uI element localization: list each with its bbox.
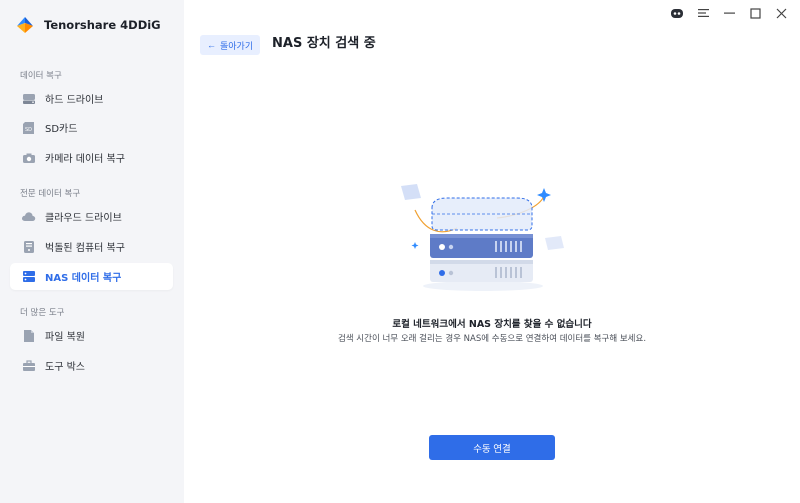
page-title: NAS 장치 검색 중 [272,36,376,51]
close-icon[interactable] [774,6,788,20]
toolbox-icon [21,358,36,373]
file-repair-icon [21,328,36,343]
back-button[interactable]: ← 돌아가기 [200,35,261,55]
back-button-label: 돌아가기 [220,40,254,51]
app-window: Tenorshare 4DDiG 데이터 복구 하드 드라이브 SD SD카드 … [0,0,800,503]
sidebar-item-nas-recovery[interactable]: NAS 데이터 복구 [10,263,173,290]
back-arrow-icon: ← [207,40,216,50]
app-logo-icon [17,17,33,33]
svg-text:SD: SD [25,127,32,133]
minimize-icon[interactable] [722,6,736,20]
sd-card-icon: SD [21,120,36,135]
sidebar: Tenorshare 4DDiG 데이터 복구 하드 드라이브 SD SD카드 … [0,0,184,503]
hard-drive-icon [21,91,36,106]
menu-icon[interactable] [696,6,710,20]
not-found-title: 로컬 네트워크에서 NAS 장치를 찾을 수 없습니다 [392,319,592,330]
not-found-description: 검색 시간이 너무 오래 걸리는 경우 NAS에 수동으로 연결하여 데이터를 … [337,334,647,344]
app-name: Tenorshare 4DDiG [44,18,161,32]
sidebar-item-file-repair[interactable]: 파일 복원 [10,322,173,349]
brand: Tenorshare 4DDiG [14,14,161,36]
nas-search-illustration [401,184,564,291]
section-title-data-recovery: 데이터 복구 [20,71,62,81]
sidebar-item-hard-drive[interactable]: 하드 드라이브 [10,85,173,112]
sidebar-item-label: SD카드 [45,124,78,135]
window-controls [670,6,788,20]
sidebar-item-crashed-computer[interactable]: 벅돌된 컴퓨터 복구 [10,233,173,260]
sidebar-item-label: 도구 박스 [45,362,85,373]
sidebar-item-toolbox[interactable]: 도구 박스 [10,352,173,379]
sidebar-item-camera[interactable]: 카메라 데이터 복구 [10,144,173,171]
section-title-more-tools: 더 많은 도구 [20,308,65,318]
sidebar-item-label: 벅돌된 컴퓨터 복구 [45,243,125,254]
sidebar-item-label: NAS 데이터 복구 [45,273,122,284]
manual-connect-button[interactable]: 수동 연결 [429,435,555,460]
computer-icon [21,239,36,254]
sidebar-item-label: 파일 복원 [45,332,85,343]
cloud-icon [21,209,36,224]
section-title-pro-recovery: 전문 데이터 복구 [20,189,81,199]
sidebar-item-cloud-drive[interactable]: 클라우드 드라이브 [10,203,173,230]
assistant-icon[interactable] [670,6,684,20]
sidebar-item-sd-card[interactable]: SD SD카드 [10,114,173,141]
camera-icon [21,150,36,165]
sidebar-item-label: 클라우드 드라이브 [45,213,122,224]
main-panel: ← 돌아가기 NAS 장치 검색 중 로컬 네트워크에서 NAS 장치를 찾을 … [184,0,800,503]
maximize-icon[interactable] [748,6,762,20]
nas-icon [21,269,36,284]
sidebar-item-label: 하드 드라이브 [45,95,104,106]
sidebar-item-label: 카메라 데이터 복구 [45,154,125,165]
